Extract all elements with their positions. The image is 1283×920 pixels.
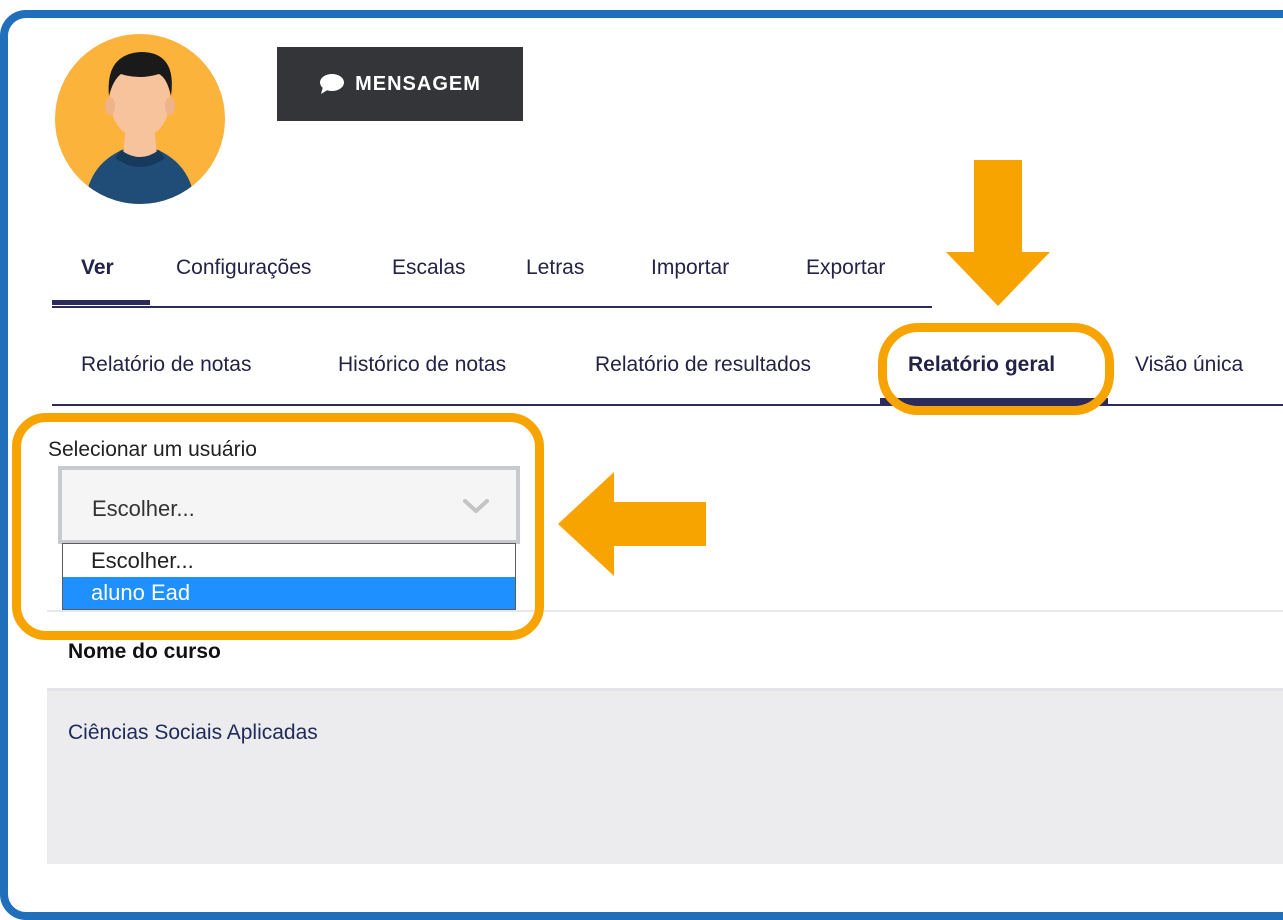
tab-letras[interactable]: Letras <box>526 256 584 280</box>
message-button[interactable]: MENSAGEM <box>277 47 523 121</box>
tab-importar[interactable]: Importar <box>651 256 729 280</box>
active-tab-indicator <box>52 300 150 305</box>
column-header-course-name: Nome do curso <box>68 640 221 663</box>
course-name-cell: Ciências Sociais Aplicadas <box>68 721 318 744</box>
table-row: Ciências Sociais Aplicadas <box>47 691 1283 864</box>
avatar <box>55 34 225 204</box>
speech-bubble-icon <box>320 74 345 94</box>
tab-visao-unica[interactable]: Visão única <box>1135 353 1243 377</box>
down-arrow-icon <box>946 160 1050 306</box>
primary-tabs: Ver Configurações Escalas Letras Importa… <box>52 250 932 308</box>
message-button-label: MENSAGEM <box>355 72 481 95</box>
tab-exportar[interactable]: Exportar <box>806 256 885 280</box>
user-avatar-icon <box>85 52 195 204</box>
tab-relatorio-de-notas[interactable]: Relatório de notas <box>81 353 251 377</box>
left-arrow-icon <box>558 472 706 576</box>
highlight-user-select <box>12 413 544 640</box>
tab-relatorio-de-resultados[interactable]: Relatório de resultados <box>595 353 811 377</box>
tab-escalas[interactable]: Escalas <box>392 256 466 280</box>
tab-ver[interactable]: Ver <box>81 256 114 280</box>
tab-historico-de-notas[interactable]: Histórico de notas <box>338 353 506 377</box>
highlight-relatorio-geral <box>878 323 1114 415</box>
tab-configuracoes[interactable]: Configurações <box>176 256 311 280</box>
